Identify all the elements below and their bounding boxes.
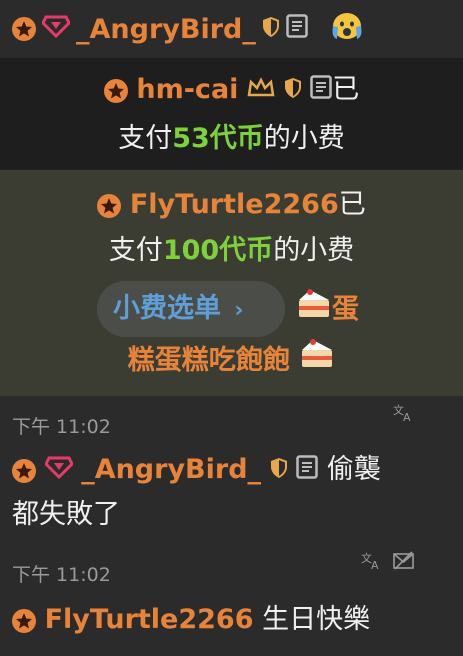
username[interactable]: _AngryBird_ (76, 14, 256, 45)
tip-item-text-1: 蛋 (332, 294, 359, 325)
svg-text:A: A (371, 559, 379, 570)
tip-suffix: 已 (338, 189, 366, 220)
message-text: 偷襲 (326, 454, 381, 485)
star-badge-icon (103, 78, 128, 103)
cake-emoji-icon (299, 336, 335, 387)
hide-message-icon[interactable] (393, 550, 415, 570)
tip-line-2: 支付100代币的小费 (0, 228, 463, 274)
message-timestamp: 下午 11:02 (12, 564, 111, 586)
diamond-badge-icon (43, 449, 74, 493)
tip-notification-flyturtle: FlyTurtle2266已 支付100代币的小费 小费选单 › 蛋 糕蛋糕吃飽… (0, 170, 463, 396)
cake-emoji-icon (296, 286, 332, 335)
document-badge-icon (286, 13, 308, 45)
message-text: 生日快樂 (262, 604, 371, 635)
diamond-badge-icon (41, 14, 71, 45)
tip-menu-label: 小费选单 (113, 293, 221, 324)
document-badge-icon (296, 449, 318, 493)
star-badge-icon (12, 608, 36, 633)
tip-line-1: FlyTurtle2266已 (0, 182, 463, 228)
translate-icon[interactable]: 文 A (393, 402, 415, 422)
chat-message-angrybird: _AngryBird_ 偷襲 都失敗了 (12, 448, 452, 537)
tip-text-pre: 支付 (118, 122, 173, 154)
tip-text-post: 的小费 (263, 122, 345, 154)
shield-badge-icon (262, 14, 280, 45)
tip-item-line-1: 蛋 (296, 286, 359, 335)
tip-line-2: 支付53代币的小费 (0, 111, 463, 167)
star-badge-icon (12, 17, 36, 41)
star-badge-icon (12, 458, 36, 483)
message-row-angrybird-top: _AngryBird_ (0, 0, 463, 58)
shield-badge-icon (270, 449, 288, 493)
tip-menu-button[interactable]: 小费选单 › (97, 281, 285, 337)
crying-face-emoji-icon (330, 11, 364, 48)
message-text-continued: 都失敗了 (12, 498, 120, 530)
star-badge-icon (97, 193, 122, 218)
tip-text-post: 的小费 (273, 235, 355, 266)
svg-text:A: A (403, 411, 411, 422)
tip-item-line-2: 糕蛋糕吃飽飽 (0, 336, 463, 387)
tip-notification-hmcai: hm-cai 已 支付53代币的小费 (0, 58, 463, 170)
username[interactable]: _AngryBird_ (81, 454, 261, 485)
translate-icon[interactable]: 文 A (361, 550, 383, 570)
username[interactable]: FlyTurtle2266 (130, 189, 339, 220)
tip-suffix: 已 (332, 74, 360, 105)
chat-message-flyturtle: FlyTurtle2266 生日快樂 (12, 598, 452, 642)
tip-amount: 53代币 (172, 122, 264, 154)
chevron-right-icon: › (234, 298, 244, 323)
username[interactable]: hm-cai (136, 74, 238, 105)
tip-item-text-2: 糕蛋糕吃飽飽 (127, 345, 290, 376)
tip-amount: 100代币 (162, 235, 274, 266)
message-timestamp: 下午 11:02 (12, 416, 111, 438)
username[interactable]: FlyTurtle2266 (45, 604, 254, 635)
tip-text-pre: 支付 (108, 235, 163, 266)
